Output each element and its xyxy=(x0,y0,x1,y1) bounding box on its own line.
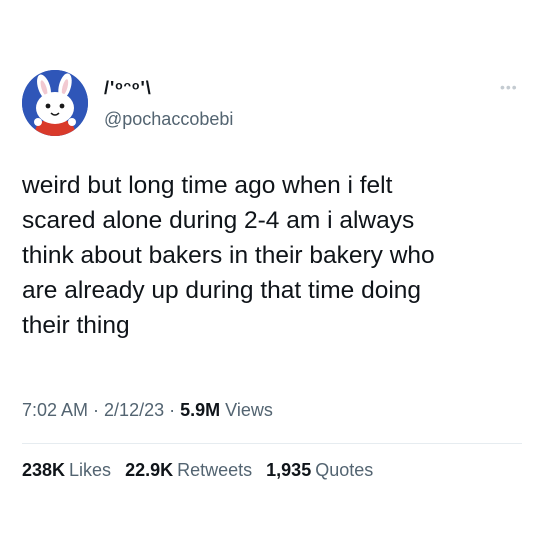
quotes-label: Quotes xyxy=(315,460,374,480)
views-label: Views xyxy=(225,400,273,420)
quotes-count: 1,935 xyxy=(266,460,312,480)
bunny-avatar-icon xyxy=(22,70,88,136)
avatar[interactable] xyxy=(22,70,88,136)
tweet-text-line: are already up during that time doing xyxy=(22,277,422,304)
views-count: 5.9M xyxy=(180,400,221,420)
likes-label: Likes xyxy=(69,460,112,480)
divider xyxy=(22,443,522,444)
tweet-text-line: their thing xyxy=(22,312,130,339)
likes-count: 238K xyxy=(22,460,66,480)
tweet-text-line: think about bakers in their bakery who xyxy=(22,242,435,269)
tweet-card: /'ᵒᵔᵒ'\ @pochaccobebi ••• weird but long… xyxy=(0,0,540,540)
engagement-stats: 238K Likes 22.9K Retweets 1,935 Quotes xyxy=(22,460,373,481)
retweets-stat[interactable]: 22.9K Retweets xyxy=(125,460,252,481)
author-display-name[interactable]: /'ᵒᵔᵒ'\ xyxy=(104,78,152,99)
likes-stat[interactable]: 238K Likes xyxy=(22,460,111,481)
author-handle[interactable]: @pochaccobebi xyxy=(104,109,233,130)
tweet-meta: 7:02 AM · 2/12/23 · 5.9M Views xyxy=(22,400,273,421)
tweet-text-line: scared alone during 2-4 am i always xyxy=(22,207,415,234)
meta-separator: · xyxy=(93,400,100,420)
meta-separator: · xyxy=(169,400,176,420)
tweet-text-line: weird but long time ago when i felt xyxy=(22,172,393,199)
quotes-stat[interactable]: 1,935 Quotes xyxy=(266,460,373,481)
tweet-time[interactable]: 7:02 AM xyxy=(22,400,88,420)
retweets-count: 22.9K xyxy=(125,460,174,480)
tweet-date[interactable]: 2/12/23 xyxy=(104,400,164,420)
tweet-text: weird but long time ago when i felt scar… xyxy=(22,168,522,343)
more-dots-icon[interactable]: ••• xyxy=(500,80,518,94)
retweets-label: Retweets xyxy=(177,460,253,480)
